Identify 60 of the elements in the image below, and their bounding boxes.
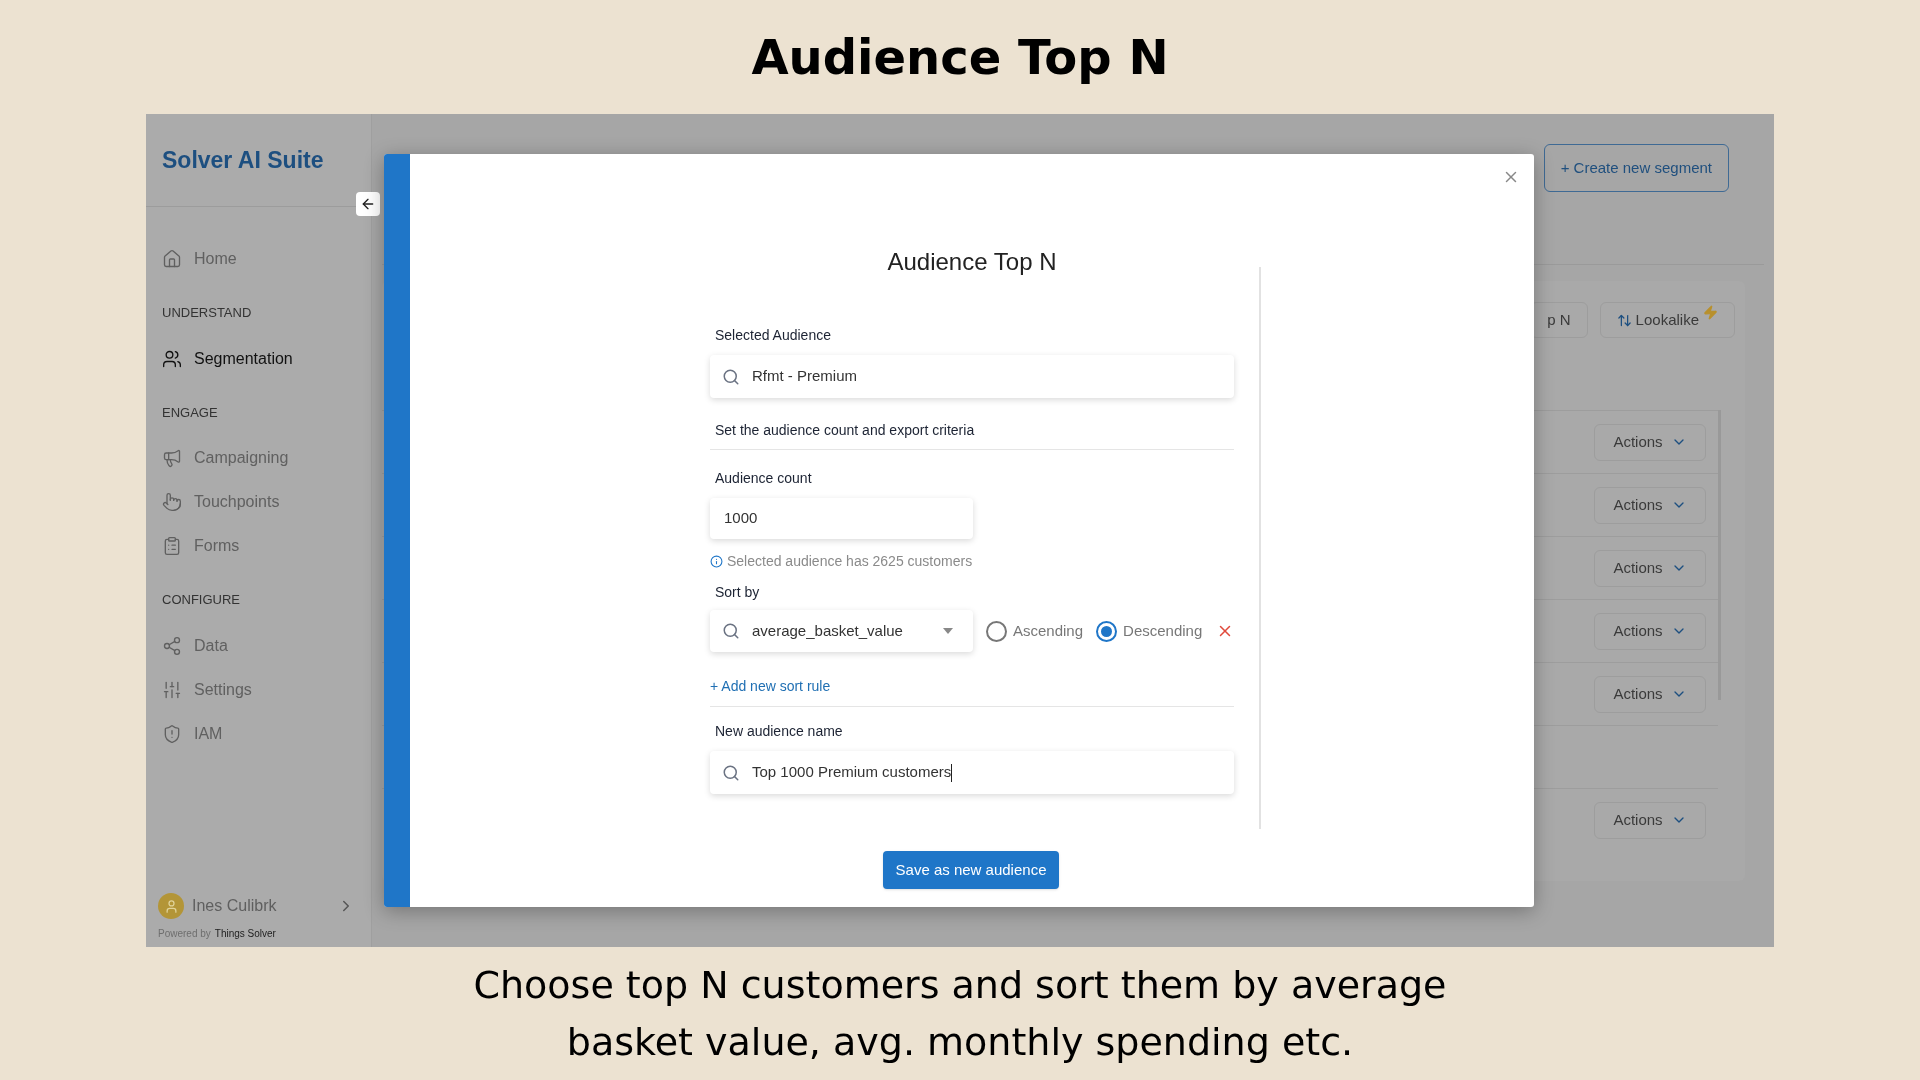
slide-caption: Choose top N customers and sort them by average basket value, avg. monthly spending etc. [472, 962, 1448, 1066]
sort-field-select[interactable]: average_basket_value [710, 610, 973, 652]
nav-item[interactable]: Forms [162, 524, 371, 568]
megaphone-icon [162, 448, 182, 468]
nav-item[interactable]: Settings [162, 667, 371, 712]
text-field[interactable]: Top 1000 Premium customers [710, 751, 1234, 794]
toolbar-button[interactable]: Lookalike [1599, 302, 1735, 338]
user-name: Ines Culibrk [192, 896, 277, 916]
search-icon [722, 622, 740, 640]
nav-item[interactable]: Campaigning [162, 436, 371, 480]
arrow-left-icon [360, 196, 376, 212]
slide-title: Audience Top N [751, 30, 1169, 84]
nav-item[interactable]: Data [162, 623, 371, 668]
field-label: Sort by [714, 583, 761, 602]
search-icon [722, 763, 740, 782]
field-label: New audience name [714, 722, 844, 741]
nav-section-label: CONFIGURE [162, 591, 241, 609]
radio-button[interactable] [986, 620, 1007, 642]
actions-dropdown[interactable]: Actions [1594, 549, 1706, 587]
field-label: Audience count [714, 469, 813, 488]
dropdown-caret-icon [943, 628, 953, 634]
nav-section-label: UNDERSTAND [162, 304, 253, 322]
nav-item[interactable]: Touchpoints [162, 480, 371, 524]
search-icon [722, 367, 740, 386]
nav-item[interactable]: Segmentation [162, 336, 371, 381]
collapse-sidebar-button[interactable] [356, 192, 380, 216]
save-button[interactable]: Save as new audience [883, 851, 1059, 889]
nav-item[interactable]: Home [162, 237, 371, 281]
company-link[interactable]: Things Solver [214, 926, 276, 941]
sort-arrows-icon [1616, 312, 1632, 328]
lightning-icon [1703, 304, 1718, 320]
powered-by-text: Powered by [158, 927, 211, 941]
create-segment-button[interactable]: + Create new segment [1543, 144, 1729, 192]
add-sort-rule-link[interactable]: + Add new sort rule [710, 678, 831, 694]
actions-dropdown[interactable]: Actions [1594, 612, 1706, 650]
sliders-icon [162, 679, 182, 700]
radio-button[interactable] [1096, 620, 1118, 642]
section-title: Set the audience count and export criteria [710, 420, 1234, 450]
nodes-icon [162, 635, 182, 656]
actions-dropdown[interactable]: Actions [1594, 801, 1706, 839]
actions-dropdown[interactable]: Actions [1594, 423, 1706, 461]
user-icon [163, 898, 179, 914]
nav-item[interactable]: IAM [162, 711, 371, 756]
radio-label: Ascending [1013, 620, 1084, 641]
modal-title: Audience Top N [887, 247, 1057, 277]
pointing-hand-icon [162, 492, 182, 512]
nav-section-label: ENGAGE [162, 403, 219, 422]
info-text: Selected audience has 2625 customers [727, 552, 973, 571]
brand-title: Solver AI Suite [162, 145, 324, 175]
users-icon [162, 348, 182, 369]
field-label: Selected Audience [714, 326, 832, 345]
home-icon [162, 249, 182, 269]
audience-count-field[interactable]: 1000 [710, 498, 973, 539]
actions-dropdown[interactable]: Actions [1594, 675, 1706, 713]
info-icon [710, 555, 723, 568]
actions-dropdown[interactable]: Actions [1594, 486, 1706, 524]
shield-icon [162, 723, 182, 744]
text-field[interactable]: Rfmt - Premium [710, 355, 1234, 398]
clipboard-icon [162, 536, 182, 556]
radio-label: Descending [1123, 620, 1203, 641]
